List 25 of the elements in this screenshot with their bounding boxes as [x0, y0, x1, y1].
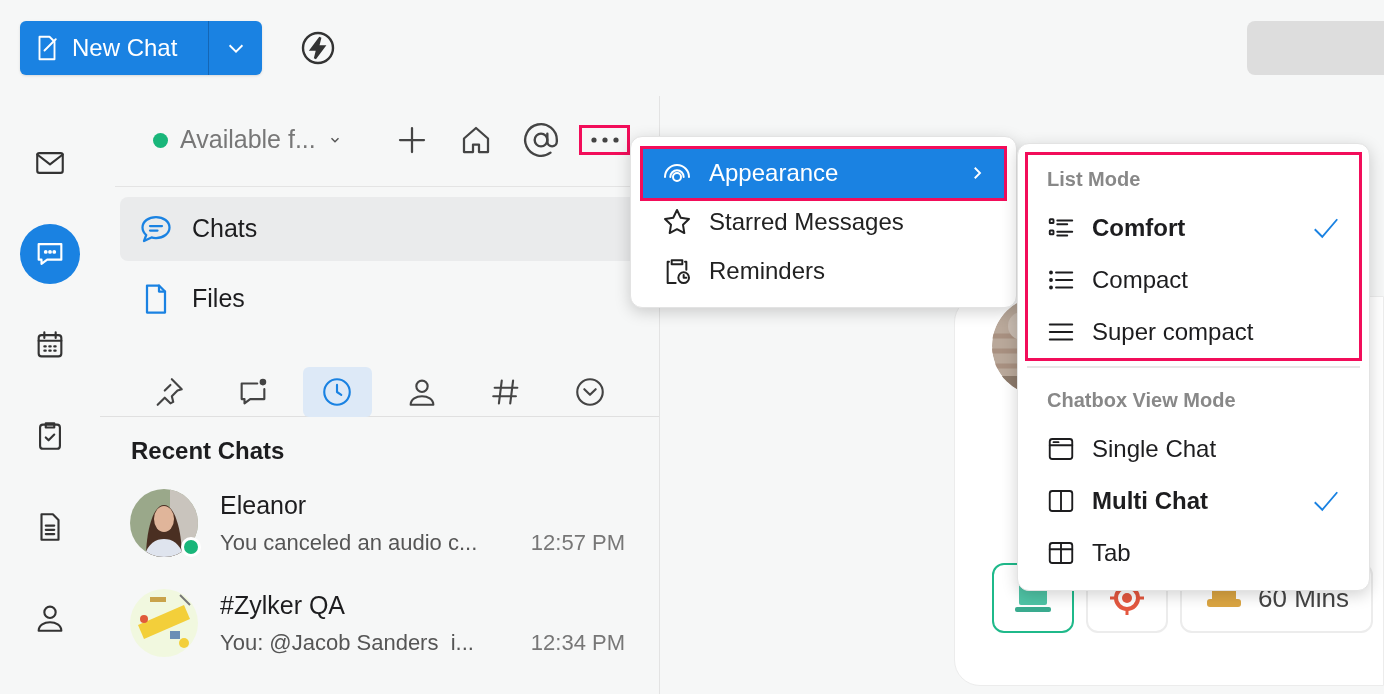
submenu-item[interactable]: Super compact	[1028, 306, 1359, 358]
submenu-item[interactable]: Comfort	[1028, 202, 1359, 254]
chat-name: Eleanor	[220, 489, 308, 521]
split-button[interactable]: New Chat	[20, 21, 262, 75]
section-title: Recent Chats	[130, 436, 286, 466]
lightning-icon[interactable]	[300, 30, 336, 66]
new-chat-button[interactable]: New Chat	[20, 21, 209, 75]
submenu-item[interactable]: Single Chat	[1028, 423, 1359, 475]
chat-item[interactable]: Eleanor You canceled an audio c... 12:57 PM	[100, 473, 659, 573]
chat-time: 12:57 PM	[530, 529, 625, 558]
submenu-item[interactable]: Compact	[1028, 254, 1359, 306]
chat-name: #Zylker QA	[220, 589, 347, 621]
chat-item[interactable]: #Zylker QA You: @Jacob Sanders i... 12:34 PM	[100, 573, 659, 673]
chat-time: 12:34 PM	[530, 629, 625, 658]
section-header: List Mode	[1046, 166, 1142, 192]
at-icon[interactable]	[522, 121, 560, 159]
submenu-item[interactable]: Tab	[1028, 527, 1359, 579]
submenu-item[interactable]: Multi Chat	[1028, 475, 1359, 527]
menu-item[interactable]: Appearance	[643, 149, 1004, 198]
status-label: Available f...	[180, 124, 316, 156]
status-selector[interactable]: Available f...	[153, 121, 342, 159]
section-header: Chatbox View Mode	[1046, 387, 1237, 413]
more-button[interactable]	[582, 128, 627, 152]
message-preview: You: @Jacob Sanders i...	[220, 629, 474, 658]
message-preview: You canceled an audio c...	[220, 529, 478, 558]
